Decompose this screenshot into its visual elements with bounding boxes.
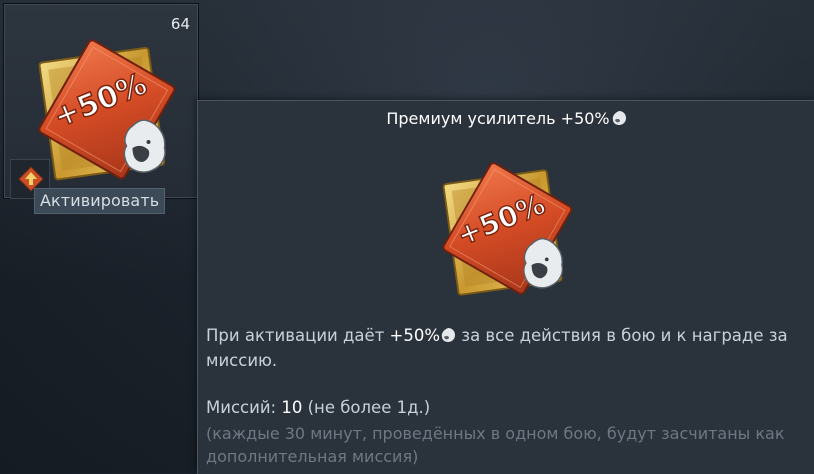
premium-booster-50-icon: +50% [38, 39, 176, 181]
tooltip-description: При активации даёт +50% за все действия … [206, 326, 788, 370]
activate-button[interactable]: Активировать [34, 188, 166, 214]
lion-icon [440, 326, 456, 345]
item-tooltip: Премиум усилитель +50% +50% При активаци… [197, 100, 814, 474]
premium-booster-50-large-icon: +50% [442, 162, 573, 296]
tooltip-title: Премиум усилитель +50% [198, 109, 814, 130]
item-count: 64 [170, 15, 190, 33]
lion-icon [611, 110, 627, 130]
missions-line: Миссий: 10 (не более 1д.) [206, 398, 431, 417]
booster-slot[interactable]: 64 +50% [3, 3, 199, 199]
missions-note: (каждые 30 минут, проведённых в одном бо… [206, 424, 785, 466]
